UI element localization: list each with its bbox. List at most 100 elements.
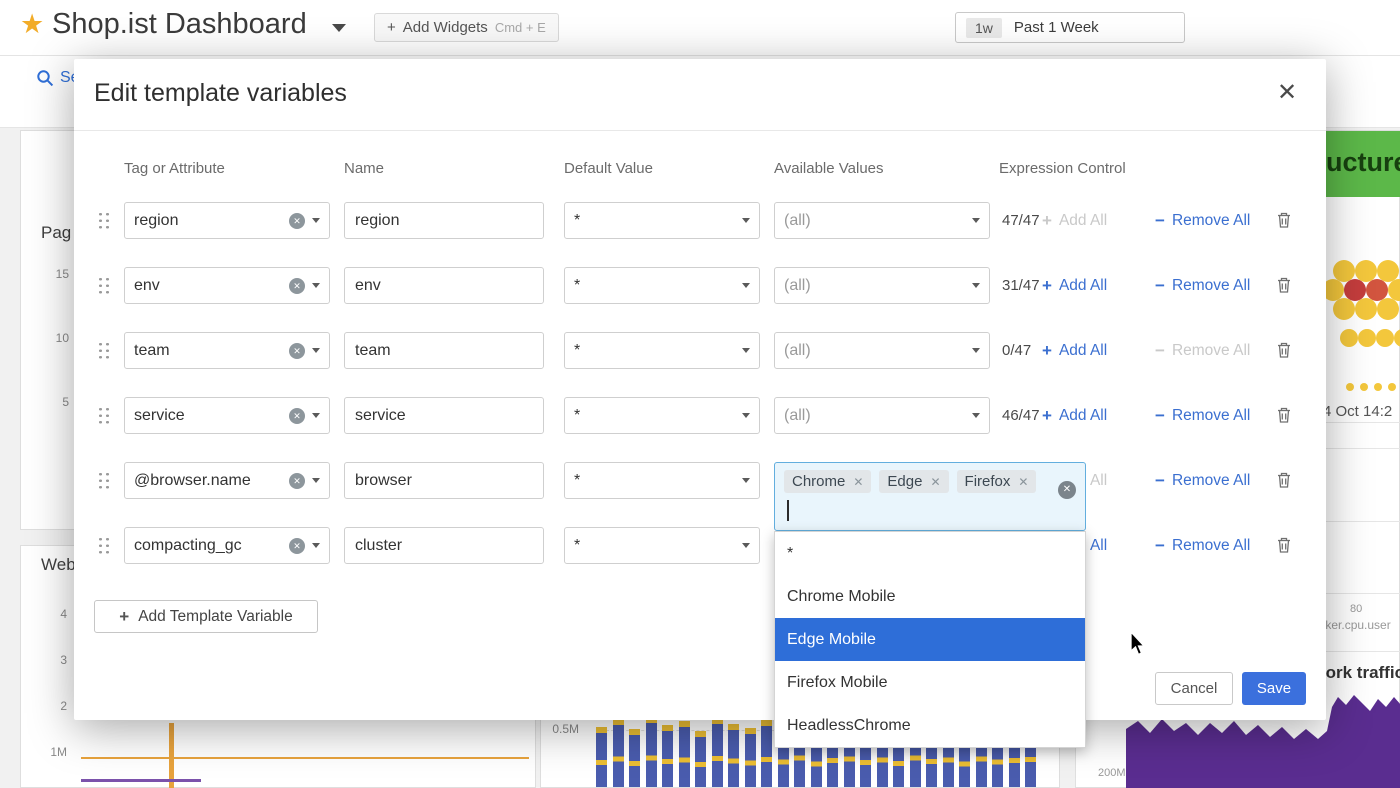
top-bar: ★ Shop.ist Dashboard + Add Widgets Cmd +… [0, 0, 1400, 56]
name-input[interactable] [344, 397, 544, 434]
drag-handle-icon[interactable] [97, 276, 110, 295]
remove-all-button[interactable]: −Remove All [1155, 332, 1250, 369]
default-value-select[interactable]: * [564, 397, 760, 434]
clear-icon[interactable]: ✕ [289, 213, 305, 229]
favorite-star-icon[interactable]: ★ [20, 9, 44, 40]
chip-label: Chrome [792, 473, 845, 490]
chevron-down-icon [312, 543, 320, 548]
tag-select[interactable]: @browser.name ✕ [124, 462, 330, 499]
clear-icon[interactable]: ✕ [289, 538, 305, 554]
chip-remove-icon[interactable]: ✕ [930, 475, 940, 489]
dropdown-option-highlighted[interactable]: Edge Mobile [775, 618, 1085, 661]
add-all-button[interactable]: +Add All [1042, 397, 1107, 434]
remove-all-button[interactable]: −Remove All [1155, 267, 1250, 304]
clear-icon[interactable]: ✕ [289, 408, 305, 424]
available-values-select[interactable]: (all) [774, 332, 990, 369]
name-input[interactable] [344, 332, 544, 369]
tag-select[interactable]: service ✕ [124, 397, 330, 434]
hexagon-node [1355, 298, 1377, 320]
save-button[interactable]: Save [1242, 672, 1306, 705]
add-template-variable-button[interactable]: + Add Template Variable [94, 600, 318, 633]
remove-all-button[interactable]: −Remove All [1155, 202, 1250, 239]
add-all-button[interactable]: +Add All [1042, 332, 1107, 369]
time-range-selector[interactable]: 1w Past 1 Week [955, 12, 1185, 43]
trash-icon[interactable] [1277, 277, 1291, 298]
y-axis-tick: 10 [45, 331, 69, 345]
value-chip[interactable]: Edge✕ [879, 470, 948, 493]
tag-select[interactable]: team ✕ [124, 332, 330, 369]
hexagon-node [1360, 383, 1368, 391]
add-widgets-label: Add Widgets [403, 19, 488, 36]
tag-select[interactable]: env ✕ [124, 267, 330, 304]
drag-handle-icon[interactable] [97, 211, 110, 230]
default-value-select[interactable]: * [564, 202, 760, 239]
time-range-label: Past 1 Week [1014, 19, 1099, 36]
add-widgets-button[interactable]: + Add Widgets Cmd + E [374, 13, 559, 42]
chevron-down-icon[interactable] [332, 24, 346, 32]
clear-icon[interactable]: ✕ [289, 278, 305, 294]
y-axis-tick: 2 [43, 699, 67, 713]
default-value-select[interactable]: * [564, 462, 760, 499]
plus-icon: + [119, 607, 129, 627]
available-values-select[interactable]: (all) [774, 202, 990, 239]
chevron-down-icon [972, 218, 980, 223]
plus-icon: + [1042, 341, 1052, 361]
name-input[interactable] [344, 267, 544, 304]
trash-icon[interactable] [1277, 537, 1291, 558]
default-value-select[interactable]: * [564, 527, 760, 564]
plus-icon: + [1042, 406, 1052, 426]
x-axis-timestamp: 4 Oct 14:2 [1323, 403, 1392, 420]
column-header-name: Name [344, 160, 384, 177]
default-value-select[interactable]: * [564, 267, 760, 304]
chevron-down-icon [742, 478, 750, 483]
y-axis-tick: 4 [43, 607, 67, 621]
dropdown-option[interactable]: * [775, 532, 1085, 575]
add-widgets-shortcut: Cmd + E [495, 20, 546, 35]
chevron-down-icon [312, 478, 320, 483]
name-input[interactable] [344, 462, 544, 499]
cancel-button[interactable]: Cancel [1155, 672, 1233, 705]
hexagon-node [1377, 298, 1399, 320]
trash-icon[interactable] [1277, 407, 1291, 428]
clear-all-icon[interactable]: ✕ [1058, 481, 1076, 499]
clear-icon[interactable]: ✕ [289, 343, 305, 359]
add-all-button[interactable]: +Add All [1042, 267, 1107, 304]
dropdown-option[interactable]: Firefox Mobile [775, 661, 1085, 704]
name-input[interactable] [344, 527, 544, 564]
tag-select[interactable]: region ✕ [124, 202, 330, 239]
hexagon-node [1333, 298, 1355, 320]
chevron-down-icon [742, 283, 750, 288]
clear-icon[interactable]: ✕ [289, 473, 305, 489]
chip-remove-icon[interactable]: ✕ [853, 475, 863, 489]
tag-select[interactable]: compacting_gc ✕ [124, 527, 330, 564]
tag-select-value: compacting_gc [134, 537, 282, 555]
available-values-select[interactable]: (all) [774, 397, 990, 434]
modal-divider [74, 130, 1326, 131]
add-all-button[interactable]: +Add All [1042, 202, 1107, 239]
column-header-default: Default Value [564, 160, 653, 177]
chip-remove-icon[interactable]: ✕ [1018, 475, 1028, 489]
trash-icon[interactable] [1277, 472, 1291, 493]
remove-all-button[interactable]: −Remove All [1155, 462, 1250, 499]
trash-icon[interactable] [1277, 342, 1291, 363]
drag-handle-icon[interactable] [97, 406, 110, 425]
available-values-select[interactable]: (all) [774, 267, 990, 304]
name-input[interactable] [344, 202, 544, 239]
remove-all-button[interactable]: −Remove All [1155, 397, 1250, 434]
x-axis-tick: 80 [1350, 603, 1362, 615]
drag-handle-icon[interactable] [97, 471, 110, 490]
browser-values-multiselect[interactable]: Chrome ✕ Edge✕ Firefox✕ ✕ [774, 462, 1086, 531]
hexagon-node [1374, 383, 1382, 391]
default-value-select[interactable]: * [564, 332, 760, 369]
close-icon[interactable]: ✕ [1277, 78, 1297, 107]
default-value: * [574, 537, 735, 555]
trash-icon[interactable] [1277, 212, 1291, 233]
remove-all-button[interactable]: −Remove All [1155, 527, 1250, 564]
drag-handle-icon[interactable] [97, 536, 110, 555]
value-chip[interactable]: Chrome ✕ [784, 470, 871, 493]
dropdown-option[interactable]: Chrome Mobile [775, 575, 1085, 618]
drag-handle-icon[interactable] [97, 341, 110, 360]
default-value: * [574, 407, 735, 425]
value-chip[interactable]: Firefox✕ [957, 470, 1037, 493]
dropdown-option[interactable]: HeadlessChrome [775, 704, 1085, 747]
